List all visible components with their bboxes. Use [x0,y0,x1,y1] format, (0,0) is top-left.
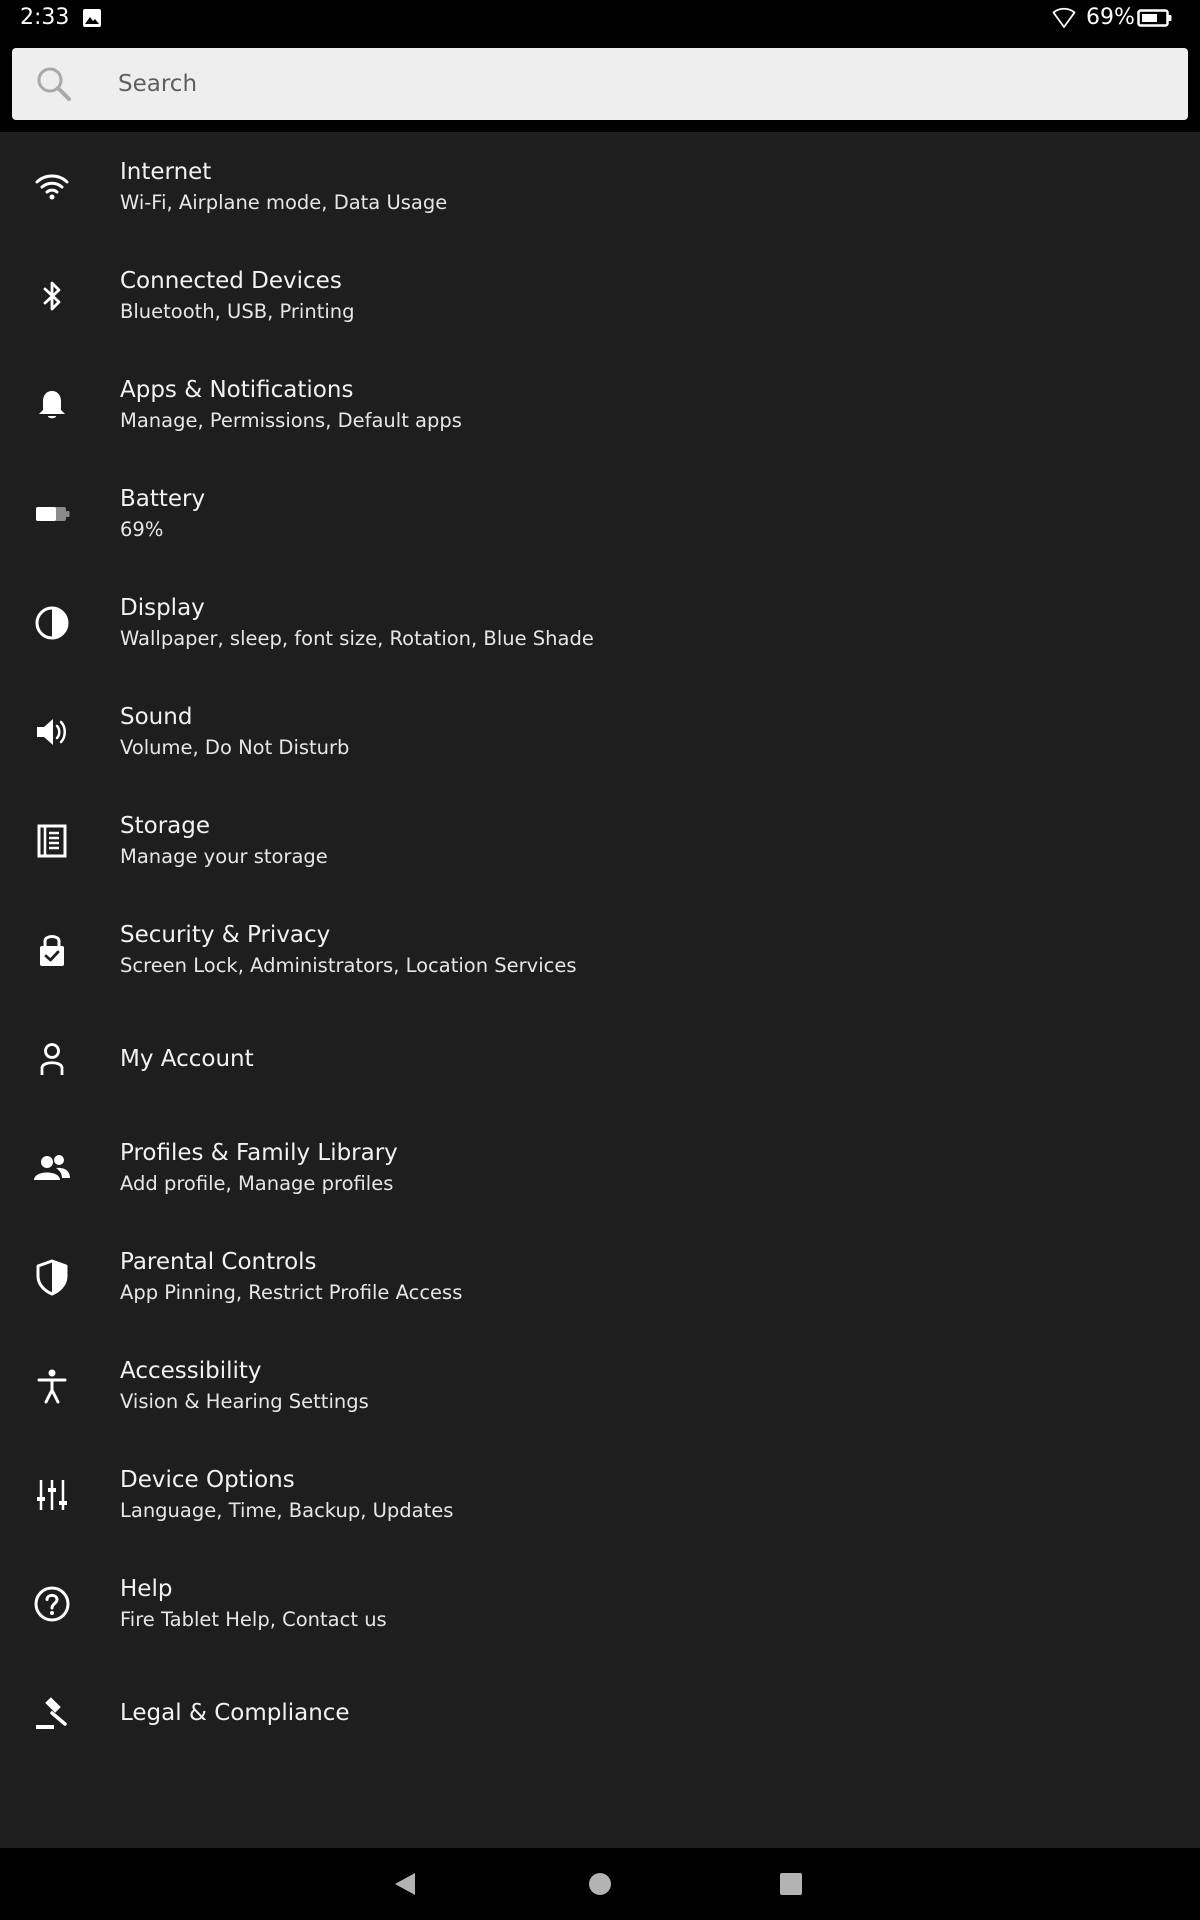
setting-title: Accessibility [120,1357,262,1384]
setting-title: Profiles & Family Library [120,1139,398,1166]
search-bar[interactable] [12,48,1188,120]
search-input[interactable] [118,62,1158,106]
setting-title: Battery [120,485,206,512]
setting-profiles-family[interactable]: Profiles & Family Library Add profile, M… [0,1113,1200,1222]
setting-subtitle: Fire Tablet Help, Contact us [120,1607,387,1631]
setting-subtitle: Manage, Permissions, Default apps [120,408,462,432]
setting-title: Legal & Compliance [120,1699,350,1726]
bluetooth-icon [32,276,72,316]
setting-subtitle: Wallpaper, sleep, font size, Rotation, B… [120,626,594,650]
setting-display[interactable]: Display Wallpaper, sleep, font size, Rot… [0,568,1200,677]
battery-status-icon [1137,8,1173,28]
setting-help[interactable]: Help Fire Tablet Help, Contact us [0,1549,1200,1658]
setting-device-options[interactable]: Device Options Language, Time, Backup, U… [0,1440,1200,1549]
contrast-icon [32,603,72,643]
speaker-icon [32,712,72,752]
setting-connected-devices[interactable]: Connected Devices Bluetooth, USB, Printi… [0,241,1200,350]
setting-legal-compliance[interactable]: Legal & Compliance [0,1658,1200,1767]
setting-sound[interactable]: Sound Volume, Do Not Disturb [0,677,1200,786]
setting-title: Connected Devices [120,267,342,294]
setting-subtitle: Manage your storage [120,844,328,868]
setting-subtitle: App Pinning, Restrict Profile Access [120,1280,463,1304]
setting-title: Security & Privacy [120,921,331,948]
person-icon [32,1039,72,1079]
setting-subtitle: Volume, Do Not Disturb [120,735,350,759]
setting-title: Storage [120,812,210,839]
setting-title: Parental Controls [120,1248,317,1275]
setting-security-privacy[interactable]: Security & Privacy Screen Lock, Administ… [0,895,1200,1004]
recents-button[interactable] [775,1868,807,1900]
search-header [0,36,1200,132]
people-icon [32,1148,72,1188]
setting-title: Apps & Notifications [120,376,354,403]
back-icon [395,1873,415,1895]
setting-apps-notifications[interactable]: Apps & Notifications Manage, Permissions… [0,350,1200,459]
shield-icon [32,1257,72,1297]
setting-title: Device Options [120,1466,295,1493]
setting-parental-controls[interactable]: Parental Controls App Pinning, Restrict … [0,1222,1200,1331]
wifi-icon [32,167,72,207]
settings-list: Internet Wi-Fi, Airplane mode, Data Usag… [0,132,1200,1767]
setting-accessibility[interactable]: Accessibility Vision & Hearing Settings [0,1331,1200,1440]
home-button[interactable] [584,1868,616,1900]
gavel-icon [32,1693,72,1733]
status-bar: 2:33 69% [0,0,1200,36]
setting-storage[interactable]: Storage Manage your storage [0,786,1200,895]
setting-my-account[interactable]: My Account [0,1004,1200,1113]
setting-subtitle: Screen Lock, Administrators, Location Se… [120,953,577,977]
setting-battery[interactable]: Battery 69% [0,459,1200,568]
setting-subtitle: Language, Time, Backup, Updates [120,1498,454,1522]
sliders-icon [32,1475,72,1515]
setting-title: Help [120,1575,173,1602]
search-icon [36,66,72,102]
setting-title: Internet [120,158,212,185]
help-icon [32,1584,72,1624]
battery-percent: 69% [1086,5,1135,30]
image-notification-icon [82,8,102,28]
setting-title: My Account [120,1045,254,1072]
setting-internet[interactable]: Internet Wi-Fi, Airplane mode, Data Usag… [0,132,1200,241]
setting-subtitle: Add profile, Manage profiles [120,1171,394,1195]
setting-title: Sound [120,703,193,730]
home-icon [589,1873,611,1895]
setting-subtitle: Vision & Hearing Settings [120,1389,369,1413]
settings-screen: 2:33 69% Search Internet Wi-Fi, Airplane… [0,0,1200,1920]
wifi-signal-icon [1052,6,1076,30]
status-time: 2:33 [20,5,70,30]
lock-check-icon [32,930,72,970]
back-button[interactable] [390,1868,422,1900]
accessibility-icon [32,1366,72,1406]
storage-icon [32,821,72,861]
recents-icon [780,1873,802,1895]
navigation-bar [0,1848,1200,1920]
bell-icon [32,385,72,425]
battery-icon [32,494,72,534]
setting-title: Display [120,594,205,621]
setting-subtitle: Bluetooth, USB, Printing [120,299,355,323]
setting-subtitle: Wi-Fi, Airplane mode, Data Usage [120,190,448,214]
setting-subtitle: 69% [120,517,164,541]
